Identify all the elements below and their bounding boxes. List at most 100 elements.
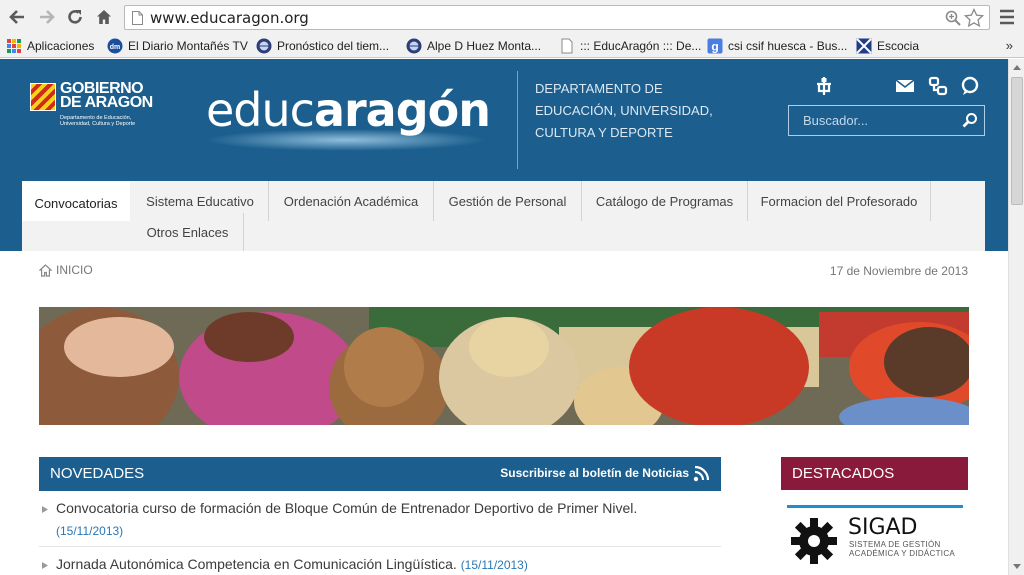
- home-button[interactable]: [92, 5, 116, 29]
- children-banner-image: [39, 307, 969, 425]
- gear-icon: [791, 518, 837, 564]
- search-input[interactable]: [789, 106, 959, 135]
- rss-icon[interactable]: [693, 464, 711, 482]
- destacados-header: DESTACADOS: [781, 457, 968, 490]
- novedades-header: NOVEDADES Suscribirse al boletín de Noti…: [39, 457, 721, 491]
- bookmark-label: Pronóstico del tiem...: [277, 39, 390, 53]
- tab-catalogo-programas[interactable]: Catálogo de Programas: [582, 181, 748, 221]
- svg-text:dm: dm: [110, 44, 121, 51]
- reload-button[interactable]: [63, 5, 87, 29]
- subscribe-newsletter-link[interactable]: Suscribirse al boletín de Noticias: [500, 466, 689, 480]
- apps-grid-icon: [7, 39, 21, 53]
- scroll-up-icon[interactable]: [1009, 59, 1024, 76]
- sigad-name: SIGAD: [848, 515, 918, 540]
- tab-label: Convocatorias: [34, 195, 118, 211]
- news-item[interactable]: Jornada Autonómica Competencia en Comuni…: [39, 553, 721, 575]
- news-item[interactable]: Convocatoria curso de formación de Bloqu…: [39, 497, 721, 541]
- tab-ordenacion-academica[interactable]: Ordenación Académica: [269, 181, 434, 221]
- bullet-arrow-icon: [42, 562, 48, 569]
- home-icon: [97, 10, 111, 24]
- chat-icon[interactable]: [959, 75, 981, 97]
- search-box: [788, 105, 985, 136]
- accessibility-icon[interactable]: [813, 75, 835, 97]
- aragon-flag-icon: [30, 83, 56, 111]
- novedades-title: NOVEDADES: [50, 465, 145, 482]
- mail-icon[interactable]: [894, 75, 916, 97]
- tab-gestion-personal[interactable]: Gestión de Personal: [434, 181, 582, 221]
- site-header: GOBIERNO DE ARAGON Departamento de Educa…: [0, 59, 1008, 251]
- bookmark-star-icon[interactable]: [964, 8, 984, 28]
- breadcrumb-home: INICIO: [56, 263, 93, 277]
- educaragon-logo[interactable]: educaragón: [196, 79, 496, 151]
- tab-label: Ordenación Académica: [283, 193, 419, 209]
- tab-label: Catálogo de Programas: [595, 193, 734, 209]
- page-icon: [132, 11, 143, 25]
- sitemap-icon[interactable]: [927, 75, 949, 97]
- news-title[interactable]: Jornada Autonómica Competencia en Comuni…: [56, 556, 457, 572]
- browser-menu-icon[interactable]: [997, 7, 1017, 27]
- tab-label: Formacion del Profesorado: [760, 193, 918, 209]
- bookmark-escocia[interactable]: Escocia: [856, 37, 919, 55]
- bookmark-aplicaciones[interactable]: Aplicaciones: [6, 37, 94, 55]
- bookmark-csi-csif[interactable]: g csi csif huesca - Bus...: [707, 37, 847, 55]
- bookmark-label: Escocia: [877, 39, 920, 53]
- header-divider: [517, 71, 518, 169]
- bookmark-label: Alpe D Huez Monta...: [427, 39, 542, 53]
- bookmark-label: Aplicaciones: [27, 39, 95, 53]
- tab-formacion-profesorado[interactable]: Formacion del Profesorado: [748, 181, 931, 221]
- bookmark-pronostico[interactable]: Pronóstico del tiem...: [256, 37, 389, 55]
- globe-favicon-icon: [406, 38, 422, 54]
- bookmark-label: ::: EducAragón ::: De...: [580, 39, 702, 53]
- gobierno-aragon-logo[interactable]: GOBIERNO DE ARAGON Departamento de Educa…: [30, 81, 160, 135]
- main-content: INICIO 17 de Noviembre de 2013 NOVEDADES…: [22, 251, 985, 575]
- tab-label: Gestión de Personal: [448, 193, 567, 209]
- browser-toolbar: www.educaragon.org: [0, 0, 1024, 35]
- sigad-banner[interactable]: SIGAD SISTEMA DE GESTIÓN ACADÉMICA Y DID…: [781, 497, 968, 575]
- globe-favicon-icon: [256, 38, 272, 54]
- bookmark-label: El Diario Montañés TV: [128, 39, 248, 53]
- tab-otros-enlaces[interactable]: Otros Enlaces: [132, 213, 244, 251]
- news-date: (15/11/2013): [460, 558, 528, 572]
- department-title: DEPARTAMENTO DE EDUCACIÓN, UNIVERSIDAD, …: [535, 81, 713, 140]
- bookmark-educaragon[interactable]: ::: EducAragón ::: De...: [559, 37, 701, 55]
- main-nav: Convocatorias Sistema Educativo Ordenaci…: [22, 181, 985, 251]
- address-bar[interactable]: www.educaragon.org: [124, 5, 990, 30]
- sigad-desc-line2: ACADÉMICA Y DIDÁCTICA: [849, 549, 956, 558]
- sigad-desc-line1: SISTEMA DE GESTIÓN: [849, 540, 941, 549]
- breadcrumb[interactable]: INICIO: [39, 263, 93, 277]
- bookmark-diario-montanes[interactable]: dm El Diario Montañés TV: [107, 37, 248, 55]
- tab-label: Otros Enlaces: [146, 224, 229, 240]
- page-scrollbar[interactable]: [1008, 59, 1024, 575]
- back-button[interactable]: [5, 5, 29, 29]
- svg-text:g: g: [711, 40, 718, 54]
- page-icon: [561, 38, 573, 54]
- reload-icon: [68, 10, 82, 24]
- sigad-bar: [787, 505, 963, 508]
- search-icon[interactable]: [962, 112, 978, 128]
- destacados-title: DESTACADOS: [792, 465, 895, 482]
- news-date: (15/11/2013): [56, 524, 124, 538]
- bookmarks-bar: Aplicaciones dm El Diario Montañés TV Pr…: [0, 35, 1024, 58]
- google-favicon-icon: g: [707, 38, 723, 54]
- bookmark-label: csi csif huesca - Bus...: [728, 39, 848, 53]
- scrollbar-thumb[interactable]: [1011, 77, 1023, 205]
- tab-label: Sistema Educativo: [146, 193, 254, 209]
- scroll-down-icon[interactable]: [1009, 558, 1024, 575]
- tab-convocatorias[interactable]: Convocatorias: [22, 181, 130, 221]
- bookmark-alpe-d-huez[interactable]: Alpe D Huez Monta...: [406, 37, 541, 55]
- forward-arrow-icon: [40, 10, 55, 24]
- escocia-favicon-icon: [856, 38, 872, 54]
- forward-button[interactable]: [35, 5, 59, 29]
- gobierno-subtitle: Departamento de Educación, Universidad, …: [60, 115, 136, 127]
- bullet-arrow-icon: [42, 506, 48, 513]
- page: GOBIERNO DE ARAGON Departamento de Educa…: [0, 59, 1008, 575]
- url-text: www.educaragon.org: [150, 9, 309, 27]
- dm-favicon-icon: dm: [107, 38, 123, 54]
- back-arrow-icon: [9, 10, 24, 24]
- gobierno-line2: DE ARAGON: [60, 94, 153, 111]
- more-bookmarks-button[interactable]: »: [1006, 38, 1013, 53]
- news-title[interactable]: Convocatoria curso de formación de Bloqu…: [56, 500, 637, 516]
- zoom-icon[interactable]: [945, 10, 961, 26]
- logo-part2: aragón: [313, 83, 491, 137]
- logo-part1: educ: [206, 83, 315, 137]
